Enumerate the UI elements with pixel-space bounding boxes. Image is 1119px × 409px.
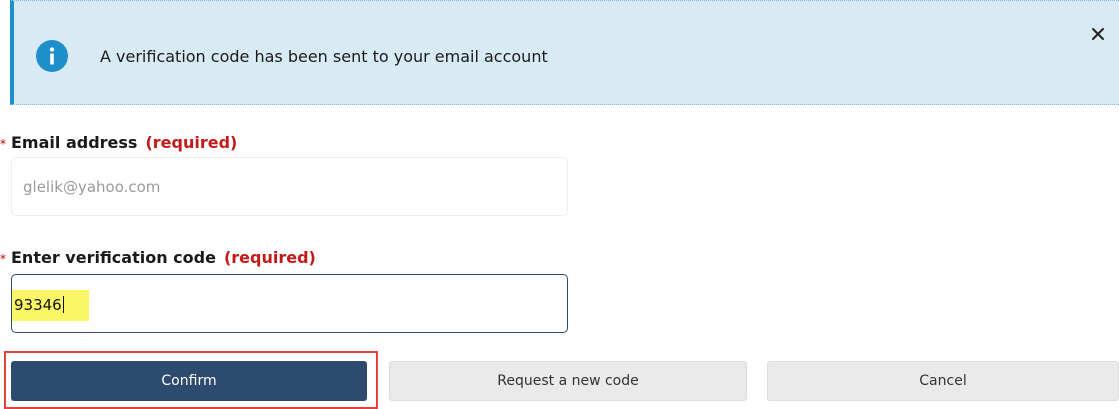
request-new-code-button[interactable]: Request a new code <box>389 361 747 401</box>
verification-code-value: 93346 <box>12 290 89 321</box>
text-caret <box>62 296 64 313</box>
cancel-button[interactable]: Cancel <box>767 361 1119 401</box>
info-banner: A verification code has been sent to you… <box>10 0 1119 105</box>
email-label-text: Email address <box>11 133 138 152</box>
code-value-text: 93346 <box>14 296 62 314</box>
email-required-note: (required) <box>145 133 238 152</box>
code-required-asterisk: * <box>0 252 6 266</box>
verification-code-input[interactable] <box>11 274 568 333</box>
close-icon[interactable] <box>1087 23 1109 45</box>
info-icon <box>36 40 68 72</box>
email-label: Email address (required) <box>11 133 237 153</box>
verification-page: A verification code has been sent to you… <box>0 0 1119 409</box>
code-required-note: (required) <box>223 248 316 267</box>
confirm-button[interactable]: Confirm <box>11 361 367 401</box>
email-field[interactable] <box>11 157 568 216</box>
banner-message: A verification code has been sent to you… <box>100 47 548 66</box>
code-label: Enter verification code (required) <box>11 248 316 268</box>
code-label-text: Enter verification code <box>11 248 216 267</box>
email-required-asterisk: * <box>0 137 6 151</box>
